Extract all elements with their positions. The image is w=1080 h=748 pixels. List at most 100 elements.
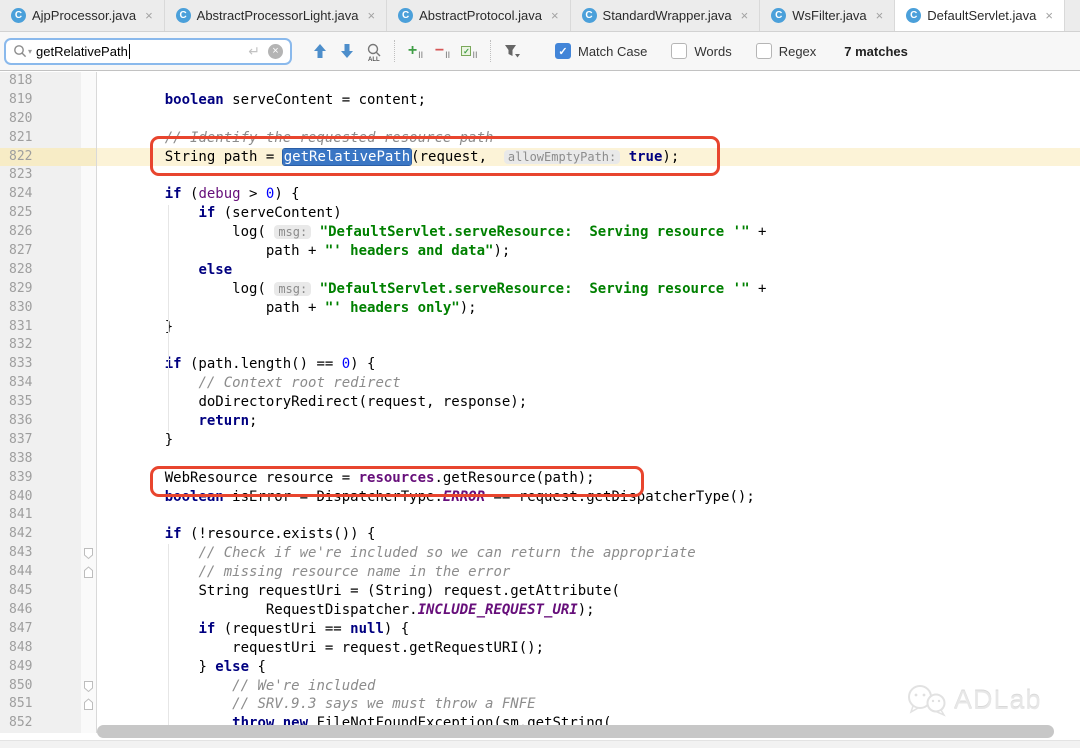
line-number[interactable]: 846 (0, 601, 97, 620)
code-line[interactable]: requestUri = request.getRequestURI(); (97, 639, 544, 658)
code-row: 848 requestUri = request.getRequestURI()… (0, 639, 1080, 658)
line-number[interactable]: 826 (0, 223, 97, 242)
line-number[interactable]: 844 (0, 563, 97, 582)
checkbox-icon: ✓ (461, 46, 471, 56)
line-number[interactable]: 836 (0, 412, 97, 431)
clear-search-button[interactable]: × (268, 44, 283, 59)
editor-tab-AjpProcessor.java[interactable]: CAjpProcessor.java× (0, 0, 165, 31)
editor-tab-WsFilter.java[interactable]: CWsFilter.java× (760, 0, 895, 31)
line-number[interactable]: 832 (0, 336, 97, 355)
line-number[interactable]: 830 (0, 299, 97, 318)
code-line[interactable]: return; (97, 412, 257, 431)
search-input[interactable]: ▾ getRelativePath ↵ × (4, 38, 292, 65)
add-occurrence-button[interactable]: + II (402, 38, 429, 64)
line-number[interactable]: 849 (0, 658, 97, 677)
line-number[interactable]: 840 (0, 488, 97, 507)
code-line[interactable]: if (path.length() == 0) { (97, 355, 375, 374)
close-tab-icon[interactable]: × (741, 8, 749, 23)
code-line[interactable]: // Check if we're included so we can ret… (97, 544, 696, 563)
line-number[interactable]: 847 (0, 620, 97, 639)
line-number[interactable]: 829 (0, 280, 97, 299)
line-number[interactable]: 851 (0, 695, 97, 714)
code-line[interactable]: if (requestUri == null) { (97, 620, 409, 639)
line-number[interactable]: 821 (0, 129, 97, 148)
select-all-occurrences-button[interactable]: ✓ II (456, 38, 483, 64)
indent-guide (168, 205, 169, 385)
code-line[interactable] (97, 166, 131, 185)
editor-tab-StandardWrapper.java[interactable]: CStandardWrapper.java× (571, 0, 761, 31)
code-row: 843 // Check if we're included so we can… (0, 544, 1080, 563)
line-number[interactable]: 837 (0, 431, 97, 450)
editor-tab-AbstractProtocol.java[interactable]: CAbstractProtocol.java× (387, 0, 570, 31)
line-number[interactable]: 818 (0, 72, 97, 91)
line-number[interactable]: 820 (0, 110, 97, 129)
line-number[interactable]: 842 (0, 525, 97, 544)
filter-icon (503, 43, 521, 59)
watermark: ADLab (903, 683, 1042, 717)
code-line[interactable]: // missing resource name in the error (97, 563, 510, 582)
regex-checkbox[interactable] (756, 43, 772, 59)
code-line[interactable] (97, 72, 131, 91)
line-number[interactable]: 841 (0, 506, 97, 525)
line-number[interactable]: 852 (0, 714, 97, 733)
code-line[interactable]: } else { (97, 658, 266, 677)
horizontal-scrollbar[interactable] (97, 725, 1054, 738)
code-line[interactable] (97, 110, 131, 129)
line-number[interactable]: 831 (0, 318, 97, 337)
line-number[interactable]: 827 (0, 242, 97, 261)
code-line[interactable]: path + "' headers and data"); (97, 242, 510, 261)
search-history-dropdown-icon[interactable]: ▾ (28, 47, 32, 56)
remove-occurrence-button[interactable]: − II (429, 38, 456, 64)
line-number[interactable]: 833 (0, 355, 97, 374)
line-number[interactable]: 825 (0, 204, 97, 223)
line-number[interactable]: 850 (0, 677, 97, 696)
code-line[interactable]: } (97, 431, 173, 450)
code-line[interactable]: else (97, 261, 232, 280)
code-line[interactable]: log( msg: "DefaultServlet.serveResource:… (97, 280, 766, 299)
code-line[interactable]: // We're included (97, 677, 375, 696)
code-line[interactable]: // Context root redirect (97, 374, 401, 393)
line-number[interactable]: 843 (0, 544, 97, 563)
code-line[interactable]: // SRV.9.3 says we must throw a FNFE (97, 695, 536, 714)
find-all-button[interactable]: ALL (360, 38, 387, 64)
previous-occurrence-button[interactable] (306, 38, 333, 64)
line-number[interactable]: 819 (0, 91, 97, 110)
editor-tab-DefaultServlet.java[interactable]: CDefaultServlet.java× (895, 0, 1065, 31)
code-line[interactable] (97, 450, 131, 469)
match-case-checkbox[interactable]: ✓ (555, 43, 571, 59)
line-number[interactable]: 823 (0, 166, 97, 185)
code-line[interactable]: if (serveContent) (97, 204, 342, 223)
code-line[interactable]: doDirectoryRedirect(request, response); (97, 393, 527, 412)
code-line[interactable]: } (97, 318, 173, 337)
close-tab-icon[interactable]: × (1045, 8, 1053, 23)
filter-button[interactable] (498, 38, 525, 64)
close-tab-icon[interactable]: × (145, 8, 153, 23)
words-checkbox[interactable] (671, 43, 687, 59)
close-tab-icon[interactable]: × (876, 8, 884, 23)
code-token: boolean (165, 92, 224, 108)
line-number[interactable]: 828 (0, 261, 97, 280)
line-number[interactable]: 824 (0, 185, 97, 204)
code-line[interactable]: String requestUri = (String) request.get… (97, 582, 620, 601)
code-line[interactable]: boolean serveContent = content; (97, 91, 426, 110)
code-line[interactable]: if (!resource.exists()) { (97, 525, 375, 544)
code-line[interactable] (97, 336, 131, 355)
code-line[interactable]: path + "' headers only"); (97, 299, 477, 318)
code-row: 844 // missing resource name in the erro… (0, 563, 1080, 582)
line-number[interactable]: 835 (0, 393, 97, 412)
line-number[interactable]: 848 (0, 639, 97, 658)
editor-tab-AbstractProcessorLight.java[interactable]: CAbstractProcessorLight.java× (165, 0, 387, 31)
line-number[interactable]: 838 (0, 450, 97, 469)
code-token: if (198, 205, 215, 221)
line-number[interactable]: 822 (0, 148, 97, 167)
close-tab-icon[interactable]: × (368, 8, 376, 23)
line-number[interactable]: 845 (0, 582, 97, 601)
code-line[interactable]: RequestDispatcher.INCLUDE_REQUEST_URI); (97, 601, 595, 620)
code-line[interactable] (97, 506, 131, 525)
next-occurrence-button[interactable] (333, 38, 360, 64)
code-line[interactable]: if (debug > 0) { (97, 185, 300, 204)
line-number[interactable]: 839 (0, 469, 97, 488)
code-line[interactable]: log( msg: "DefaultServlet.serveResource:… (97, 223, 766, 242)
line-number[interactable]: 834 (0, 374, 97, 393)
close-tab-icon[interactable]: × (551, 8, 559, 23)
